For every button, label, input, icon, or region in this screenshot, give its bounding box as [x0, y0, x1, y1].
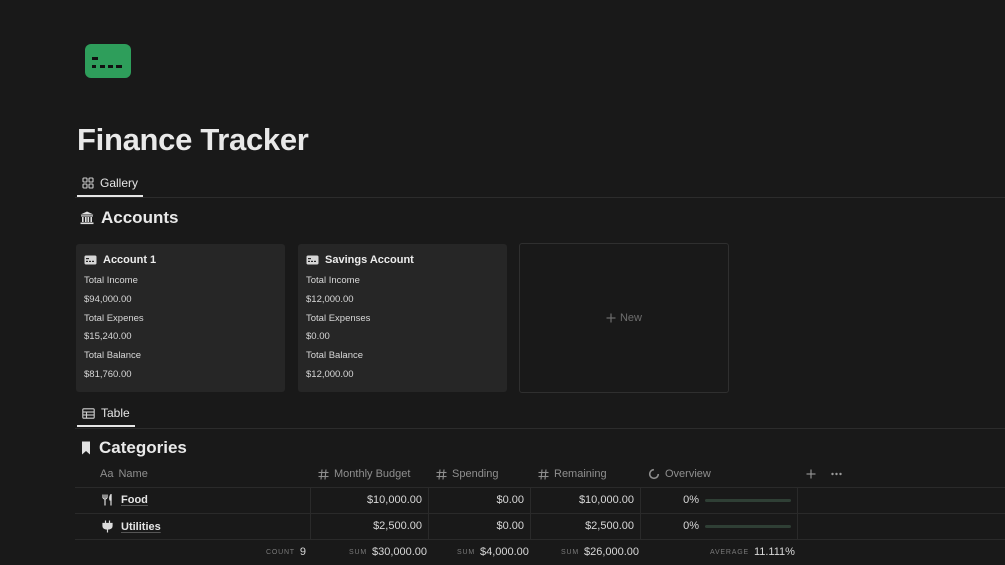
- accounts-title: Accounts: [101, 208, 179, 227]
- column-divider: [797, 487, 798, 539]
- column-divider: [640, 487, 641, 539]
- text-property-icon: Aa: [100, 468, 114, 480]
- balance-value: $12,000.00: [306, 368, 354, 380]
- balance-label: Total Balance: [306, 350, 364, 362]
- balance-label: Total Balance: [84, 350, 142, 362]
- cell-overview-percent[interactable]: 0%: [650, 520, 699, 532]
- fork-knife-icon: [102, 494, 113, 506]
- cell-spending[interactable]: $0.00: [430, 494, 524, 506]
- table-icon: [82, 407, 95, 419]
- row-divider: [75, 539, 1005, 540]
- calc-sum-spending[interactable]: SUM $4,000.00: [457, 546, 529, 558]
- calc-sum-budget[interactable]: SUM $30,000.00: [349, 546, 427, 558]
- card-icon: [306, 255, 319, 265]
- row-name-food[interactable]: Food: [102, 494, 148, 506]
- expenses-value: $0.00: [306, 331, 330, 343]
- overview-progress-bar: [705, 525, 791, 528]
- number-property-icon: [538, 468, 549, 480]
- plus-icon: [606, 313, 616, 323]
- number-property-icon: [436, 468, 447, 480]
- gallery-icon: [82, 177, 94, 189]
- expenses-label: Total Expenes: [84, 312, 144, 324]
- column-header-name[interactable]: Aa Name: [100, 467, 148, 481]
- categories-title: Categories: [99, 438, 187, 457]
- balance-value: $81,760.00: [84, 368, 132, 380]
- column-header-remaining[interactable]: Remaining: [538, 467, 607, 481]
- account-card[interactable]: Account 1 Total Income $94,000.00 Total …: [76, 244, 285, 392]
- cell-overview-percent[interactable]: 0%: [650, 494, 699, 506]
- formula-property-icon: [648, 468, 660, 480]
- row-name-utilities[interactable]: Utilities: [102, 520, 161, 533]
- income-value: $12,000.00: [306, 293, 354, 305]
- plug-icon: [102, 520, 113, 533]
- divider: [75, 197, 1005, 198]
- add-property-button[interactable]: [806, 467, 816, 481]
- cell-monthly-budget[interactable]: $10,000.00: [312, 494, 422, 506]
- page-icon-card[interactable]: [85, 44, 131, 78]
- cell-remaining[interactable]: $10,000.00: [532, 494, 634, 506]
- account-name: Savings Account: [325, 254, 414, 266]
- ellipsis-icon: [831, 472, 842, 476]
- expenses-value: $15,240.00: [84, 331, 132, 343]
- overview-progress-bar: [705, 499, 791, 502]
- account-name: Account 1: [103, 254, 157, 266]
- more-options-button[interactable]: [831, 467, 842, 481]
- tab-table[interactable]: Table: [77, 401, 135, 427]
- bank-icon: [80, 211, 94, 225]
- calc-count[interactable]: COUNT 9: [266, 546, 306, 558]
- income-value: $94,000.00: [84, 293, 132, 305]
- cell-remaining[interactable]: $2,500.00: [532, 520, 634, 532]
- cell-spending[interactable]: $0.00: [430, 520, 524, 532]
- row-divider: [75, 513, 1005, 514]
- plus-icon: [806, 469, 816, 479]
- cell-monthly-budget[interactable]: $2,500.00: [312, 520, 422, 532]
- tab-gallery[interactable]: Gallery: [77, 171, 144, 197]
- column-header-overview[interactable]: Overview: [648, 467, 711, 481]
- account-card[interactable]: Savings Account Total Income $12,000.00 …: [298, 244, 507, 392]
- bookmark-icon: [80, 441, 92, 455]
- calc-sum-remaining[interactable]: SUM $26,000.00: [561, 546, 639, 558]
- column-header-spending[interactable]: Spending: [436, 467, 499, 481]
- column-divider: [428, 487, 429, 539]
- new-card-button[interactable]: New: [519, 243, 729, 393]
- categories-heading[interactable]: Categories: [80, 438, 187, 458]
- income-label: Total Income: [84, 275, 138, 286]
- column-divider: [310, 487, 311, 539]
- divider: [75, 428, 1005, 429]
- expenses-label: Total Expenses: [306, 312, 371, 324]
- card-icon: [84, 255, 97, 265]
- tab-table-label: Table: [101, 406, 130, 420]
- calc-average-overview[interactable]: AVERAGE 11.111%: [710, 546, 795, 558]
- income-label: Total Income: [306, 275, 360, 286]
- column-divider: [530, 487, 531, 539]
- page-title: Finance Tracker: [77, 122, 309, 157]
- row-divider: [75, 487, 1005, 488]
- new-card-label: New: [619, 312, 642, 324]
- accounts-heading[interactable]: Accounts: [80, 208, 178, 228]
- column-header-monthly-budget[interactable]: Monthly Budget: [318, 467, 410, 481]
- number-property-icon: [318, 468, 329, 480]
- tab-gallery-label: Gallery: [100, 176, 139, 190]
